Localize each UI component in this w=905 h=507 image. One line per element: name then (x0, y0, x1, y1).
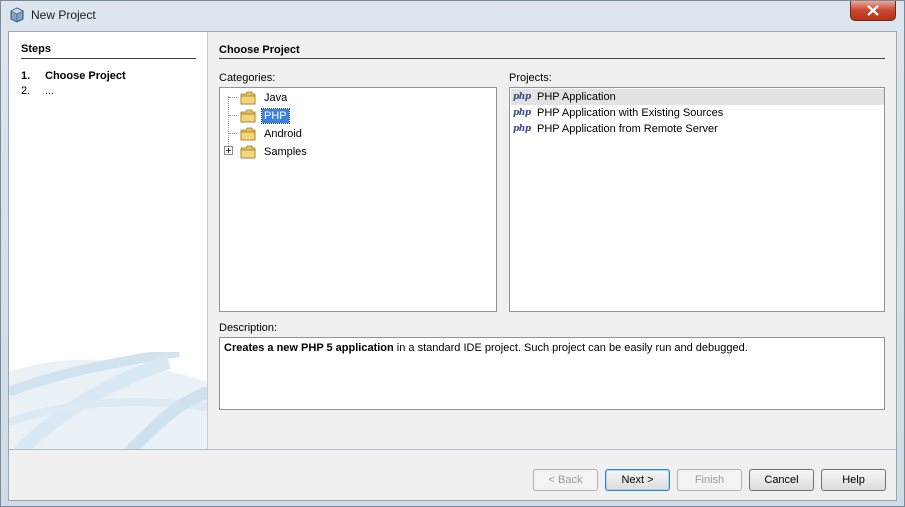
categories-label: Categories: (219, 72, 276, 84)
description-rest: in a standard IDE project. Such project … (393, 342, 748, 354)
step-number: 2. (21, 85, 31, 97)
folder-icon (240, 127, 256, 140)
dialog-client-area: Steps 1. Choose Project 2.... Choose Proj… (8, 31, 897, 501)
tree-item-label: Java (264, 91, 288, 104)
list-item-php-remote-server[interactable]: php PHP Application from Remote Server (511, 121, 884, 137)
title-bar[interactable]: New Project (1, 1, 904, 29)
tree-item-php[interactable]: PHP (240, 107, 290, 124)
netbeans-cube-icon (9, 7, 25, 23)
tree-item-label: PHP (261, 107, 290, 124)
step-number: 1. (21, 70, 31, 82)
title-divider (219, 58, 885, 59)
projects-label: Projects: (509, 72, 552, 84)
list-item-php-application[interactable]: php PHP Application (511, 89, 884, 105)
list-item-label: PHP Application (537, 91, 616, 103)
tree-item-label: Android (264, 127, 302, 140)
tree-connector (229, 115, 237, 116)
categories-tree[interactable]: Java PHP Android Samples (219, 87, 497, 312)
step-label: ... (45, 85, 55, 97)
help-button[interactable]: Help (821, 469, 886, 491)
tree-connector (228, 96, 229, 150)
close-icon (867, 5, 879, 16)
step-label: Choose Project (45, 70, 126, 82)
php-icon: php (513, 124, 531, 134)
step-item-choose-project: 1. Choose Project (21, 70, 126, 82)
folder-icon (240, 145, 256, 158)
list-item-php-existing-sources[interactable]: php PHP Application with Existing Source… (511, 105, 884, 121)
projects-list[interactable]: php PHP Application php PHP Application … (509, 87, 885, 312)
main-panel: Choose Project Categories: Projects: Jav… (219, 32, 889, 449)
new-project-window: New Project Steps 1. Choose Project 2.... (0, 0, 905, 507)
description-bold: Creates a new PHP 5 application (224, 342, 394, 354)
close-button[interactable] (850, 1, 896, 21)
list-item-label: PHP Application with Existing Sources (537, 107, 724, 119)
description-box: Creates a new PHP 5 application in a sta… (219, 337, 885, 410)
back-button[interactable]: < Back (533, 469, 598, 491)
tree-item-label: Samples (264, 145, 307, 158)
decorative-swoosh (9, 352, 207, 449)
page-title: Choose Project (219, 44, 300, 56)
description-text: Creates a new PHP 5 application in a sta… (224, 342, 748, 354)
window-title: New Project (31, 8, 96, 22)
button-bar-divider (9, 449, 896, 450)
next-button[interactable]: Next > (605, 469, 670, 491)
step-item-next: 2.... (21, 85, 54, 97)
tree-item-java[interactable]: Java (240, 89, 289, 106)
folder-icon (240, 91, 256, 104)
list-item-label: PHP Application from Remote Server (537, 123, 718, 135)
steps-panel: Steps 1. Choose Project 2.... (9, 32, 208, 449)
expand-plus-icon[interactable] (224, 146, 233, 155)
folder-icon (240, 109, 256, 122)
tree-connector (229, 97, 237, 98)
tree-item-android[interactable]: Android (240, 125, 304, 142)
steps-heading: Steps (21, 43, 51, 55)
tree-item-samples[interactable]: Samples (240, 143, 309, 160)
cancel-button[interactable]: Cancel (749, 469, 814, 491)
steps-divider (21, 58, 196, 59)
description-label: Description: (219, 322, 278, 334)
finish-button[interactable]: Finish (677, 469, 742, 491)
tree-connector (229, 133, 237, 134)
php-icon: php (513, 92, 531, 102)
php-icon: php (513, 108, 531, 118)
